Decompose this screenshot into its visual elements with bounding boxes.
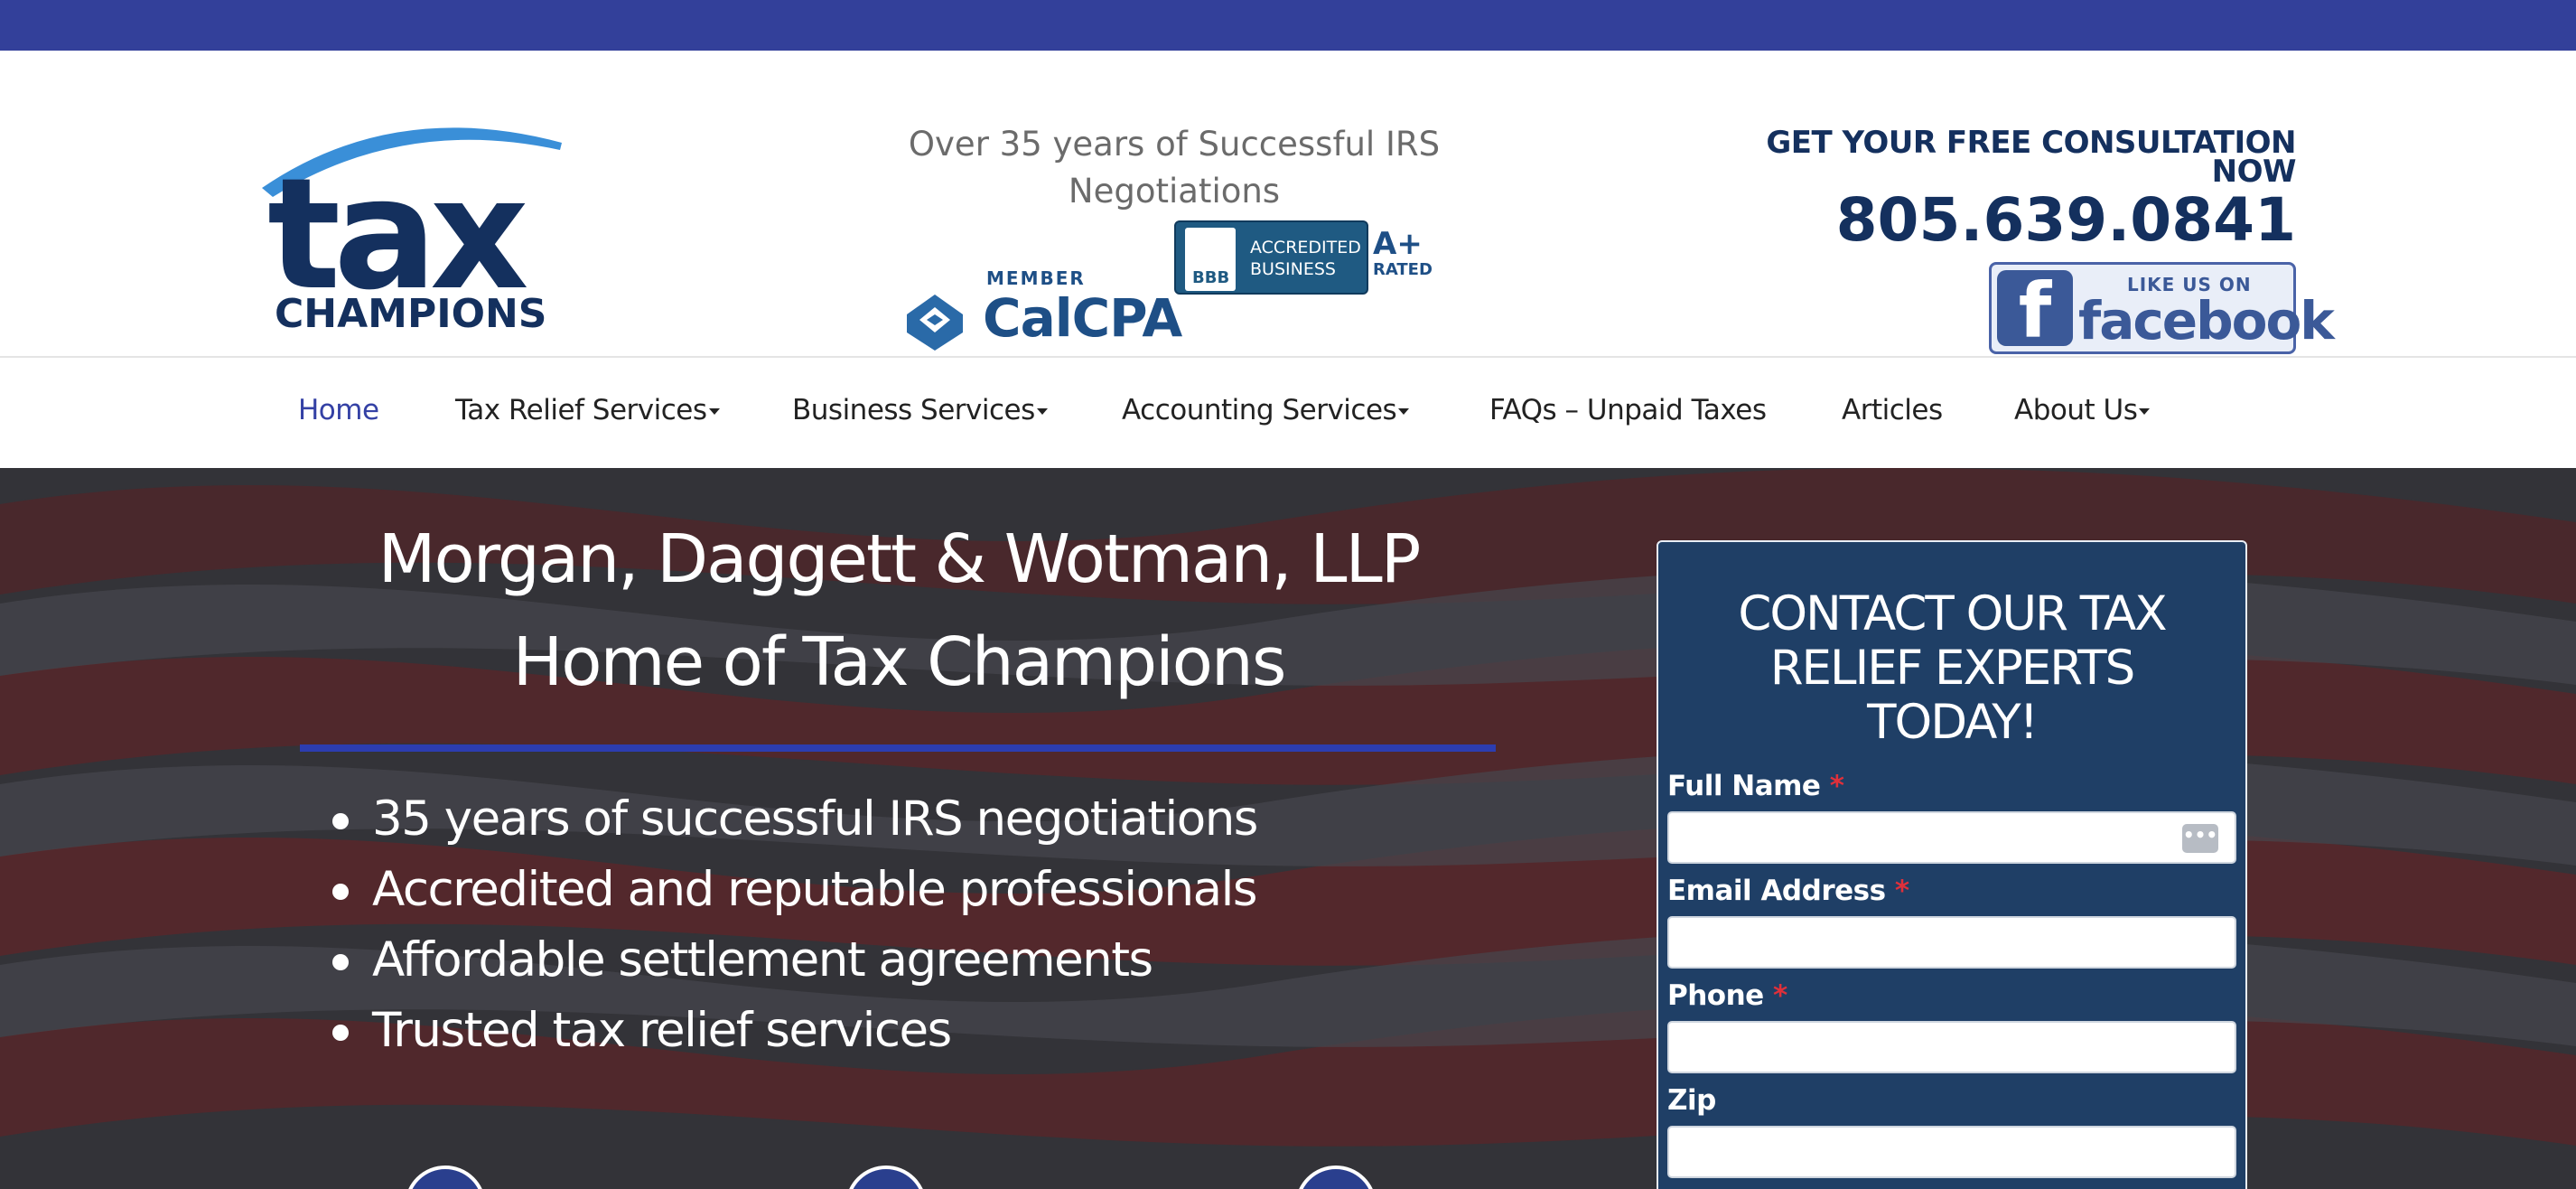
facebook-icon: f [1997,270,2073,351]
nav-home[interactable]: Home [298,392,379,428]
phone-label: Phone * [1667,979,1787,1012]
full-name-input[interactable]: ••• [1667,811,2236,864]
email-input[interactable] [1667,916,2236,969]
chevron-down-icon [1036,408,1048,415]
svg-text:CHAMPIONS: CHAMPIONS [275,291,547,332]
required-mark: * [1829,770,1844,802]
form-title-line1: CONTACT OUR TAX [1738,586,2167,641]
tagline: Over 35 years of Successful IRS Negotiat… [908,125,1441,211]
main-nav: Home Tax Relief Services Business Servic… [0,358,2576,468]
autofill-icon[interactable]: ••• [2182,824,2218,853]
chevron-down-icon [2139,408,2151,415]
hero-title: Morgan, Daggett & Wotman, LLP Home of Ta… [289,508,1508,714]
phone-number[interactable]: 805.639.0841 [1716,186,2296,255]
facebook-wordmark: facebook [2078,290,2335,351]
free-consultation-heading: GET YOUR FREE CONSULTATION NOW [1766,125,2296,190]
calcpa-name: CalCPA [983,287,1182,349]
form-title-line2: RELIEF EXPERTS [1769,641,2136,696]
nav-home-label: Home [298,394,379,426]
required-mark: * [1894,875,1909,907]
hero-title-line1: Morgan, Daggett & Wotman, LLP [378,520,1422,598]
nav-accounting-label: Accounting Services [1122,394,1397,426]
chevron-down-icon [1398,408,1410,415]
calcpa-diamond-icon [907,295,963,351]
nav-tax-relief-services[interactable]: Tax Relief Services [455,392,720,428]
nav-about-label: About Us [2014,394,2138,426]
nav-faqs-unpaid-taxes[interactable]: FAQs – Unpaid Taxes [1489,392,1767,428]
bbb-rated-label: RATED [1373,260,1433,279]
full-name-label-text: Full Name [1667,770,1821,802]
list-item: Accredited and reputable professionals [325,855,1257,925]
hero-title-line2: Home of Tax Champions [512,623,1287,701]
required-mark: * [1772,979,1787,1012]
zip-label: Zip [1667,1084,1716,1117]
facebook-like-button[interactable]: f LIKE US ON facebook [1989,262,2335,354]
phone-input[interactable] [1667,1021,2236,1073]
email-label-text: Email Address [1667,875,1886,907]
site-header: tax CHAMPIONS Over 35 years of Successfu… [0,51,2576,356]
calcpa-member-label: MEMBER [986,267,1086,289]
form-title-line3: TODAY! [1867,695,2039,750]
full-name-label: Full Name * [1667,770,1844,802]
nav-business-services[interactable]: Business Services [792,392,1048,428]
bbb-rating: A+ RATED [1373,228,1433,280]
phone-label-text: Phone [1667,979,1764,1012]
chevron-down-icon [708,408,720,415]
contact-form-title: CONTACT OUR TAX RELIEF EXPERTS TODAY! [1658,587,2245,750]
list-item: 35 years of successful IRS negotiations [325,784,1258,855]
tax-champions-logo[interactable]: tax CHAMPIONS [258,107,574,337]
bbb-rating-grade: A+ [1373,226,1423,262]
nav-articles[interactable]: Articles [1842,392,1943,428]
bbb-line2: BUSINESS [1250,259,1336,279]
nav-articles-label: Articles [1842,394,1943,426]
zip-input[interactable] [1667,1126,2236,1178]
bbb-text: ACCREDITED BUSINESS [1250,237,1361,280]
hero-bullet-list: 35 years of successful IRS negotiations … [325,784,1258,1066]
hero-section: Morgan, Daggett & Wotman, LLP Home of Ta… [0,468,2576,1189]
nav-accounting-services[interactable]: Accounting Services [1122,392,1410,428]
bbb-accredited-badge[interactable]: BBB ACCREDITED BUSINESS [1174,220,1368,295]
calcpa-badge[interactable]: MEMBER CalCPA [903,266,1182,356]
list-item: Trusted tax relief services [325,996,1257,1066]
bbb-seal-text: BBB [1192,268,1230,287]
list-item: Affordable settlement agreements [325,925,1257,996]
nav-faqs-label: FAQs – Unpaid Taxes [1489,394,1767,426]
bbb-seal-icon: BBB [1185,228,1236,291]
logo-graphic: tax CHAMPIONS [262,127,562,337]
zip-label-text: Zip [1667,1084,1716,1117]
contact-form: CONTACT OUR TAX RELIEF EXPERTS TODAY! Fu… [1657,540,2247,1189]
nav-tax-relief-label: Tax Relief Services [455,394,707,426]
nav-business-label: Business Services [792,394,1035,426]
email-label: Email Address * [1667,875,1909,907]
top-bar [0,0,2576,51]
bbb-line1: ACCREDITED [1250,238,1361,257]
hero-divider [300,744,1496,752]
nav-about-us[interactable]: About Us [2014,392,2151,428]
